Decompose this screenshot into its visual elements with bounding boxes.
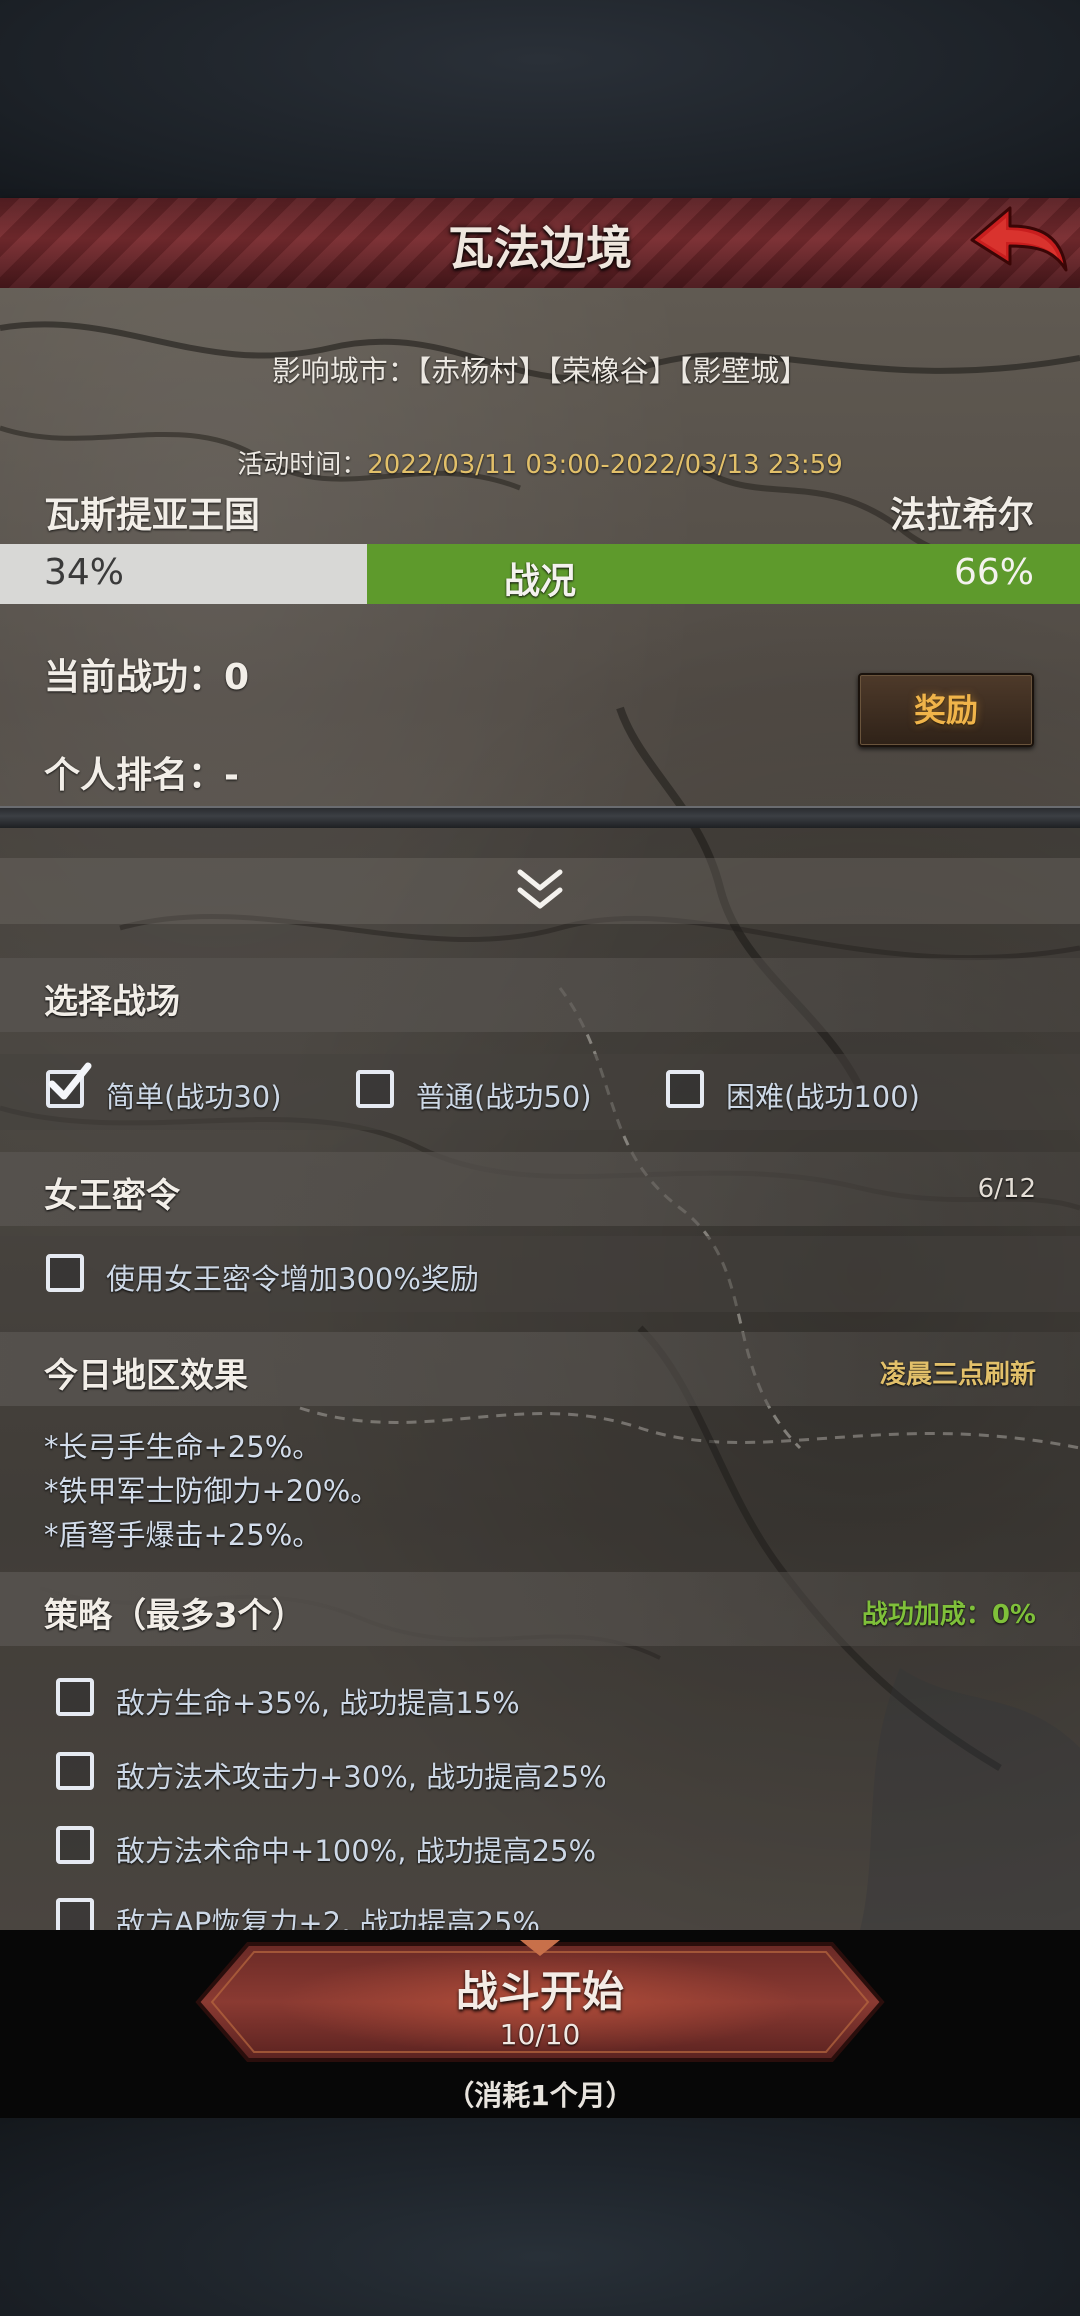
collapse-toggle[interactable] — [0, 858, 1080, 924]
strategy-bonus: 战功加成：0% — [861, 1600, 1036, 1630]
refresh-note: 凌晨三点刷新 — [879, 1360, 1036, 1390]
strategy-option-label[interactable]: 敌方AP恢复力+2, 战功提高25% — [116, 1900, 540, 1930]
bottom-background — [0, 2118, 1080, 2316]
strategy-option-label[interactable]: 敌方法术命中+100%, 战功提高25% — [116, 1828, 596, 1870]
battlefield-easy-checkbox[interactable] — [46, 1062, 92, 1108]
top-background — [0, 0, 1080, 198]
region-effect-item: *长弓手生命+25%。 — [44, 1430, 322, 1464]
war-status-bar: 34% 战况 66% — [0, 544, 1080, 604]
region-effects-header: 今日地区效果 凌晨三点刷新 — [0, 1332, 1080, 1406]
battlefield-options-row: 简单(战功30) 普通(战功50) 困难(战功100) — [0, 1054, 1080, 1130]
queen-order-header: 女王密令 6/12 — [0, 1152, 1080, 1226]
right-faction-name: 法拉希尔 — [889, 495, 1034, 536]
region-effect-item: *盾弩手爆击+25%。 — [44, 1518, 322, 1552]
page-title: 瓦法边境 — [448, 221, 632, 275]
cost-note: （消耗1个月） — [446, 2079, 634, 2112]
strategy-header: 策略（最多3个） 战功加成：0% — [0, 1572, 1080, 1646]
battle-start-label: 战斗开始 — [455, 1967, 624, 2016]
war-status-label: 战况 — [503, 561, 576, 602]
event-time-value: 2022/03/11 03:00-2022/03/13 23:59 — [367, 450, 843, 480]
strategy-option-label[interactable]: 敌方法术攻击力+30%, 战功提高25% — [116, 1754, 607, 1796]
event-time: 活动时间：2022/03/11 03:00-2022/03/13 23:59 — [0, 444, 1080, 481]
affected-cities: 影响城市：【赤杨村】【荣橡谷】【影壁城】 — [271, 354, 809, 388]
battle-count: 10/10 — [499, 2018, 581, 2051]
left-faction-name: 瓦斯提亚王国 — [44, 495, 261, 536]
queen-order-label[interactable]: 使用女王密令增加300%奖励 — [106, 1256, 479, 1298]
battlefield-easy-label[interactable]: 简单(战功30) — [106, 1074, 282, 1116]
battlefield-hard-checkbox[interactable] — [666, 1070, 704, 1108]
section-separator — [0, 806, 1080, 828]
event-time-label: 活动时间： — [237, 450, 368, 480]
right-percent: 66% — [953, 552, 1034, 593]
battlefield-normal-label[interactable]: 普通(战功50) — [416, 1074, 592, 1116]
region-effect-item: *铁甲军士防御力+20%。 — [44, 1474, 380, 1508]
checkmark-icon — [48, 1062, 92, 1100]
current-merit: 当前战功：0 — [44, 657, 250, 698]
title-bar: 瓦法边境 — [0, 198, 1080, 291]
back-button[interactable] — [966, 200, 1070, 280]
strategy-checkbox[interactable] — [56, 1678, 94, 1716]
strategy-checkbox[interactable] — [56, 1826, 94, 1864]
battlefield-hard-label[interactable]: 困难(战功100) — [726, 1074, 920, 1116]
queen-order-header-label: 女王密令 — [44, 1176, 180, 1216]
strategy-option-label[interactable]: 敌方生命+35%, 战功提高15% — [116, 1680, 520, 1722]
back-arrow-icon — [970, 206, 1068, 272]
queen-order-checkbox[interactable] — [46, 1254, 84, 1292]
battlefield-header: 选择战场 — [0, 958, 1080, 1032]
reward-button[interactable]: 奖励 — [858, 673, 1034, 747]
queen-order-count: 6/12 — [977, 1174, 1036, 1204]
strategy-header-label: 策略（最多3个） — [44, 1596, 306, 1636]
chevron-double-down-icon — [517, 869, 563, 909]
battlefield-normal-checkbox[interactable] — [356, 1070, 394, 1108]
region-effects-header-label: 今日地区效果 — [44, 1356, 248, 1396]
personal-rank: 个人排名：- — [44, 755, 239, 796]
battlefield-header-label: 选择战场 — [44, 982, 180, 1022]
strategy-option-clip: 敌方AP恢复力+2, 战功提高25% — [116, 1898, 816, 1930]
strategy-checkbox[interactable] — [56, 1898, 94, 1930]
queen-order-row: 使用女王密令增加300%奖励 — [0, 1236, 1080, 1312]
strategy-checkbox[interactable] — [56, 1752, 94, 1790]
